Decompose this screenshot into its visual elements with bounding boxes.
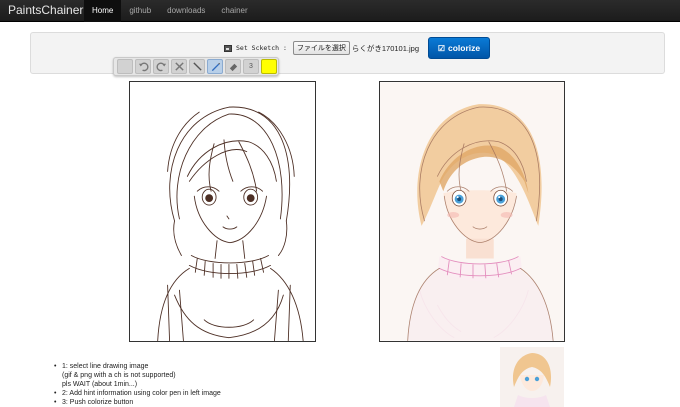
colorized-drawing: [380, 82, 564, 341]
colorize-button[interactable]: ☑ colorize: [428, 37, 490, 59]
instruction-step-2: 2: Add hint information using color pen …: [54, 389, 221, 398]
instruction-note: (gif & png with a ch is not supported): [62, 372, 176, 379]
check-square-icon: ☑: [437, 43, 446, 53]
nav-item-home[interactable]: Home: [84, 0, 122, 22]
navbar: PaintsChainer Home github downloads chai…: [0, 0, 680, 22]
upload-label: Set Scketch :: [236, 44, 287, 52]
nav-item-github[interactable]: github: [121, 0, 159, 22]
blank-tool[interactable]: [117, 59, 133, 74]
instruction-wait: pls WAIT (about 1min...): [62, 381, 138, 388]
pen-toolbar: 3: [113, 57, 279, 76]
file-select-button[interactable]: ファイルを選択: [292, 41, 350, 55]
nav-item-chainer[interactable]: chainer: [213, 0, 255, 22]
pen-icon[interactable]: [207, 59, 223, 74]
redo-icon[interactable]: [153, 59, 169, 74]
pen-size-indicator[interactable]: 3: [243, 59, 259, 74]
eraser-icon[interactable]: [225, 59, 241, 74]
color-swatch[interactable]: [261, 59, 277, 74]
clear-icon[interactable]: [171, 59, 187, 74]
selected-file-name: らくがき170101.jpg: [351, 43, 419, 53]
brand-logo[interactable]: PaintsChainer: [8, 3, 83, 17]
line-tool-icon[interactable]: [189, 59, 205, 74]
result-thumbnail[interactable]: [500, 347, 564, 407]
line-art-drawing: [157, 106, 304, 341]
colorize-label: colorize: [448, 43, 481, 53]
undo-icon[interactable]: [135, 59, 151, 74]
nav-menu: Home github downloads chainer: [84, 0, 256, 22]
thumbnail-image: [500, 347, 564, 407]
upload-row: Set Scketch : ファイルを選択 らくがき170101.jpg: [224, 41, 419, 55]
picture-icon: [224, 44, 232, 52]
instruction-step-1: 1: select line drawing image: [54, 362, 221, 371]
sketch-canvas[interactable]: [129, 81, 316, 342]
nav-item-downloads[interactable]: downloads: [159, 0, 213, 22]
instruction-step-3: 3: Push colorize button: [54, 398, 221, 407]
instructions: 1: select line drawing image (gif & png …: [54, 362, 221, 407]
colorized-result: [379, 81, 565, 342]
